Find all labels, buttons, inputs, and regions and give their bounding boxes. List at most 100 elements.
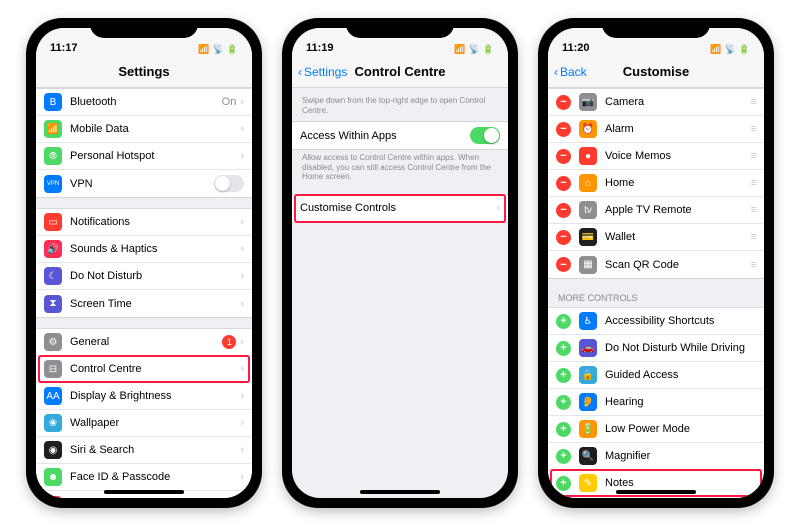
home-indicator[interactable] (616, 490, 696, 494)
more-row-accessibility-shortcuts[interactable]: +♿︎Accessibility Shortcuts (548, 308, 764, 335)
chevron-right-icon: › (240, 390, 244, 402)
included-row-camera[interactable]: −📷 Camera≡ (548, 89, 764, 116)
chevron-right-icon: › (240, 444, 244, 456)
screen-1: 11:17 📶📡🔋 Settings BBluetoothOn›📶Mobile … (36, 28, 252, 498)
more-row-do-not-disturb-while-driving[interactable]: +🚗Do Not Disturb While Driving (548, 335, 764, 362)
home-indicator[interactable] (360, 490, 440, 494)
remove-button[interactable]: − (556, 176, 571, 191)
row-label: Face ID & Passcode (70, 471, 240, 483)
update-badge: 1 (222, 335, 236, 349)
settings-row-personal-hotspot[interactable]: ⦾Personal Hotspot› (36, 143, 252, 170)
back-button[interactable]: ‹ Settings (298, 56, 347, 87)
reorder-grip-icon[interactable]: ≡ (751, 204, 756, 216)
reorder-grip-icon[interactable]: ≡ (751, 259, 756, 271)
reorder-grip-icon[interactable]: ≡ (751, 96, 756, 108)
battery-icon: 🔋 (227, 45, 238, 54)
settings-row-general[interactable]: ⚙General1› (36, 329, 252, 356)
reorder-grip-icon[interactable]: ≡ (751, 231, 756, 243)
settings-row-siri-search[interactable]: ◉Siri & Search› (36, 437, 252, 464)
more-row-screen-recording[interactable]: +◉Screen Recording (548, 497, 764, 498)
toggle-switch[interactable] (214, 175, 244, 192)
alarm-icon: ⏰ (579, 120, 597, 138)
add-button[interactable]: + (556, 395, 571, 410)
add-button[interactable]: + (556, 341, 571, 356)
wifi-icon: 📡 (213, 45, 224, 54)
included-row-home[interactable]: −⌂Home≡ (548, 170, 764, 197)
customise-content[interactable]: −📷Camera≡−⏰Alarm≡−●Voice Memos≡−⌂Home≡−t… (548, 88, 764, 498)
chevron-right-icon: › (240, 123, 244, 135)
access-within-apps-switch[interactable] (470, 127, 500, 144)
remove-button[interactable]: − (556, 95, 571, 110)
included-row-voice-memos[interactable]: −●Voice Memos≡ (548, 143, 764, 170)
control-centre-content[interactable]: Swipe down from the top-right edge to op… (292, 88, 508, 498)
included-row-wallet[interactable]: −💳Wallet≡ (548, 224, 764, 251)
settings-row-screen-time[interactable]: ⧗Screen Time› (36, 290, 252, 317)
settings-row-face-id-passcode[interactable]: ☻Face ID & Passcode› (36, 464, 252, 491)
row-label: Access Within Apps (300, 130, 470, 142)
signal-icon: 📶 (454, 45, 465, 54)
swipe-hint: Swipe down from the top-right edge to op… (292, 88, 508, 121)
siri-icon: ◉ (44, 441, 62, 459)
included-row-scan-qr-code[interactable]: −▦Scan QR Code≡ (548, 251, 764, 278)
add-button[interactable]: + (556, 449, 571, 464)
row-label: Personal Hotspot (70, 150, 240, 162)
row-label: Control Centre (70, 363, 240, 375)
reorder-grip-icon[interactable]: ≡ (751, 123, 756, 135)
status-time: 11:20 (562, 42, 590, 54)
settings-row-vpn[interactable]: VPN VPN (36, 170, 252, 197)
phone-3: 11:20 📶📡🔋 ‹ Back Customise −📷Camera≡−⏰Al… (538, 18, 774, 508)
row-label: Mobile Data (70, 123, 240, 135)
more-row-magnifier[interactable]: +🔍Magnifier (548, 443, 764, 470)
more-row-guided-access[interactable]: +🔒Guided Access (548, 362, 764, 389)
row-label: Wallpaper (70, 417, 240, 429)
more-row-low-power-mode[interactable]: +🔋Low Power Mode (548, 416, 764, 443)
vpn-icon: VPN (44, 175, 62, 193)
sounds-icon: 🔊 (44, 240, 62, 258)
add-button[interactable]: + (556, 422, 571, 437)
settings-row-control-centre[interactable]: ⊟Control Centre› (36, 356, 252, 383)
back-button[interactable]: ‹ Back (554, 56, 587, 87)
add-button[interactable]: + (556, 368, 571, 383)
chevron-right-icon: › (240, 417, 244, 429)
chevron-left-icon: ‹ (298, 65, 302, 79)
chevron-right-icon: › (240, 336, 244, 348)
included-row-apple-tv-remote[interactable]: −tvApple TV Remote≡ (548, 197, 764, 224)
remove-button[interactable]: − (556, 203, 571, 218)
reorder-grip-icon[interactable]: ≡ (751, 177, 756, 189)
settings-row-notifications[interactable]: ▭Notifications› (36, 209, 252, 236)
row-label: Camera (605, 96, 751, 108)
settings-row-display-brightness[interactable]: AADisplay & Brightness› (36, 383, 252, 410)
more-row-hearing[interactable]: +👂Hearing (548, 389, 764, 416)
settings-row-wallpaper[interactable]: ❀Wallpaper› (36, 410, 252, 437)
remove-button[interactable]: − (556, 122, 571, 137)
chevron-right-icon: › (496, 202, 500, 214)
included-row-alarm[interactable]: −⏰Alarm≡ (548, 116, 764, 143)
remove-button[interactable]: − (556, 257, 571, 272)
row-label: Do Not Disturb (70, 270, 240, 282)
settings-content[interactable]: BBluetoothOn›📶Mobile Data›⦾Personal Hots… (36, 88, 252, 498)
status-time: 11:17 (50, 42, 78, 54)
status-icons: 📶📡🔋 (710, 45, 750, 54)
add-button[interactable]: + (556, 476, 571, 491)
settings-row-bluetooth[interactable]: BBluetoothOn› (36, 89, 252, 116)
settings-row-mobile-data[interactable]: 📶Mobile Data› (36, 116, 252, 143)
control-centre-icon: ⊟ (44, 360, 62, 378)
access-within-apps-row[interactable]: Access Within Apps (292, 122, 508, 149)
settings-row-sounds-haptics[interactable]: 🔊Sounds & Haptics› (36, 236, 252, 263)
reorder-grip-icon[interactable]: ≡ (751, 150, 756, 162)
remove-button[interactable]: − (556, 230, 571, 245)
customise-controls-row[interactable]: Customise Controls › (292, 195, 508, 222)
page-title: Settings (118, 64, 169, 79)
remove-button[interactable]: − (556, 149, 571, 164)
settings-row-do-not-disturb[interactable]: ☾Do Not Disturb› (36, 263, 252, 290)
chevron-right-icon: › (240, 150, 244, 162)
home-indicator[interactable] (104, 490, 184, 494)
chevron-right-icon: › (240, 243, 244, 255)
row-label: Wallet (605, 231, 751, 243)
camera-icon: 📷 (579, 93, 597, 111)
row-label: Bluetooth (70, 96, 222, 108)
phone-2: 11:19 📶📡🔋 ‹ Settings Control Centre Swip… (282, 18, 518, 508)
row-label: Accessibility Shortcuts (605, 315, 756, 327)
add-button[interactable]: + (556, 314, 571, 329)
row-label: VPN (70, 178, 214, 190)
